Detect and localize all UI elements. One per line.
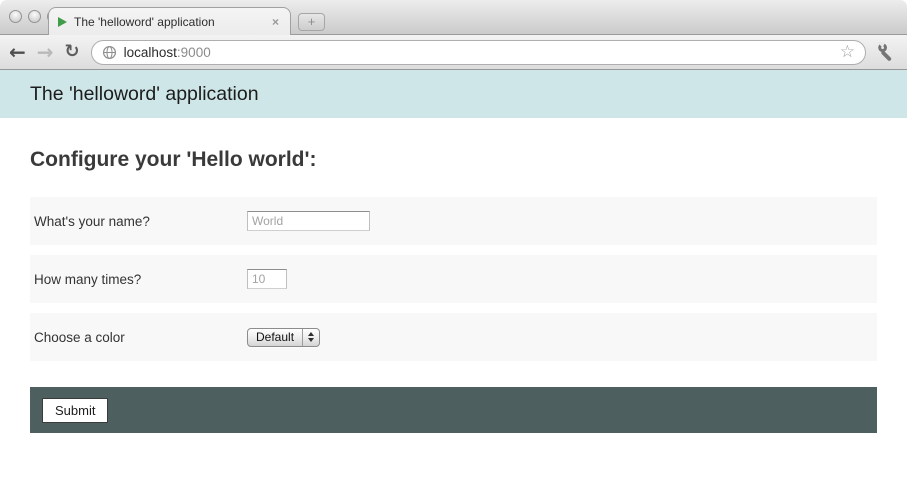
forward-button[interactable]: → xyxy=(37,42,54,62)
times-label: How many times? xyxy=(34,272,247,287)
wrench-menu-icon[interactable] xyxy=(877,42,898,63)
traffic-light-minimize[interactable] xyxy=(28,10,41,23)
traffic-light-close[interactable] xyxy=(9,10,22,23)
reload-button[interactable]: ↻ xyxy=(65,43,80,61)
name-input[interactable] xyxy=(247,211,370,231)
address-bar[interactable]: localhost:9000 ☆ xyxy=(91,40,866,65)
main-area: Configure your 'Hello world': What's you… xyxy=(0,148,907,433)
back-button[interactable]: ← xyxy=(9,42,26,62)
color-select-value: Default xyxy=(256,330,294,344)
browser-tab[interactable]: The 'helloword' application × xyxy=(48,7,291,35)
color-label: Choose a color xyxy=(34,330,247,345)
submit-button[interactable]: Submit xyxy=(42,398,108,423)
new-tab-button[interactable]: + xyxy=(298,13,325,31)
globe-icon xyxy=(102,45,117,60)
plus-icon: + xyxy=(308,15,316,29)
tab-close-icon[interactable]: × xyxy=(270,15,281,29)
bookmark-star-icon[interactable]: ☆ xyxy=(840,44,855,61)
name-label: What's your name? xyxy=(34,214,247,229)
page-content: The 'helloword' application Configure yo… xyxy=(0,70,907,433)
url-text: localhost:9000 xyxy=(124,45,211,60)
form-row-times: How many times? xyxy=(30,255,877,303)
select-stepper-icon xyxy=(303,329,319,346)
submit-bar: Submit xyxy=(30,387,877,433)
url-host: localhost xyxy=(124,45,177,60)
form-row-name: What's your name? xyxy=(30,197,877,245)
browser-window: The 'helloword' application × + ← → ↻ lo… xyxy=(0,0,907,70)
times-input[interactable] xyxy=(247,269,287,289)
app-header: The 'helloword' application xyxy=(0,70,907,118)
tab-title: The 'helloword' application xyxy=(74,15,263,29)
app-header-title: The 'helloword' application xyxy=(30,83,259,105)
page-heading: Configure your 'Hello world': xyxy=(30,148,877,172)
form-row-color: Choose a color Default xyxy=(30,313,877,361)
color-select[interactable]: Default xyxy=(247,328,320,347)
play-favicon-icon xyxy=(58,17,67,27)
browser-toolbar: ← → ↻ localhost:9000 ☆ xyxy=(0,35,907,70)
url-port: :9000 xyxy=(177,45,211,60)
titlebar: The 'helloword' application × + xyxy=(0,0,907,35)
